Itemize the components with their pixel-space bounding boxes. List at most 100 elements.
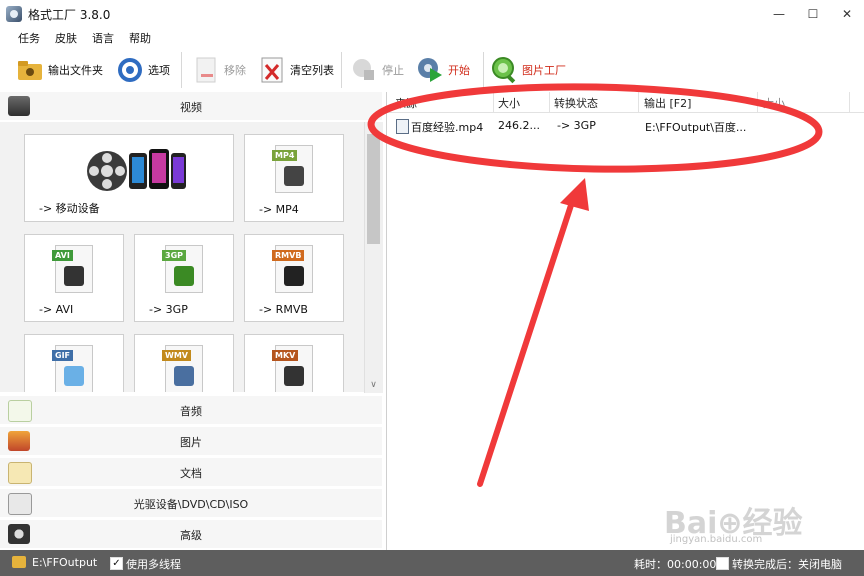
minimize-button[interactable]: — — [762, 0, 796, 28]
options-label: 选项 — [148, 64, 170, 77]
format-grid: -> 移动设备 MP4 -> MP4 AVI -> AVI 3GP -> 3GP — [0, 122, 364, 392]
toolbar: 输出文件夹 选项 移除 清空列表 停止 开始 图片工厂 — [0, 48, 864, 92]
title-bar: 格式工厂 3.8.0 — ☐ ✕ — [0, 0, 864, 28]
after-convert-label: 转换完成后：关闭电脑 — [732, 558, 842, 571]
category-document-label: 文档 — [180, 467, 202, 480]
multithread-checkbox[interactable]: ✓ — [110, 557, 123, 570]
task-source: 百度经验.mp4 — [411, 121, 484, 134]
clear-list-label: 清空列表 — [290, 64, 334, 77]
remove-icon — [192, 56, 220, 84]
column-source[interactable]: 来源 — [395, 95, 417, 111]
column-output-size[interactable]: 大小 — [763, 95, 785, 111]
format-tile-rmvb[interactable]: RMVB -> RMVB — [244, 234, 344, 322]
menu-bar: 任务 皮肤 语言 帮助 — [0, 28, 864, 48]
scroll-down-icon[interactable]: ∨ — [367, 379, 380, 391]
format-tile-mp4-label: -> MP4 — [259, 203, 299, 216]
picture-factory-button[interactable]: 图片工厂 — [490, 54, 566, 86]
clear-list-icon — [258, 56, 286, 84]
column-status[interactable]: 转换状态 — [554, 95, 598, 111]
format-tile-3gp[interactable]: 3GP -> 3GP — [134, 234, 234, 322]
toolbar-divider — [181, 52, 182, 88]
output-folder-button[interactable]: 输出文件夹 — [16, 54, 103, 86]
close-button[interactable]: ✕ — [830, 0, 864, 28]
stop-icon — [350, 56, 378, 84]
left-panel: 视频 -> 移动设备 MP4 -> MP4 AVI -> AVI 3GP -> … — [0, 92, 387, 550]
remove-label: 移除 — [224, 64, 246, 77]
3gp-file-icon: 3GP — [162, 245, 203, 293]
folder-icon — [12, 556, 26, 568]
menu-skin[interactable]: 皮肤 — [55, 30, 77, 46]
scrollbar-thumb[interactable] — [367, 134, 380, 244]
elapsed-time: 耗时：00:00:00 — [634, 558, 717, 571]
output-folder-label: 输出文件夹 — [48, 64, 103, 77]
film-reel-icon — [85, 149, 129, 193]
column-divider — [549, 92, 550, 112]
task-output: E:\FFOutput\百度... — [645, 121, 747, 134]
stop-button[interactable]: 停止 — [350, 54, 404, 86]
task-list-header: 来源 大小 转换状态 输出 [F2] 大小 — [387, 92, 864, 113]
picture-factory-label: 图片工厂 — [522, 64, 566, 77]
wmv-file-icon: WMV — [162, 345, 203, 392]
category-advanced[interactable]: 高级 — [0, 520, 382, 548]
start-label: 开始 — [448, 64, 470, 77]
column-divider — [638, 92, 639, 112]
format-tile-3gp-label: -> 3GP — [149, 303, 188, 316]
format-tile-rmvb-label: -> RMVB — [259, 303, 308, 316]
format-tile-mkv[interactable]: MKV — [244, 334, 344, 392]
gear-icon — [116, 56, 144, 84]
rmvb-file-icon: RMVB — [272, 245, 313, 293]
category-advanced-label: 高级 — [180, 529, 202, 542]
format-tile-mp4[interactable]: MP4 -> MP4 — [244, 134, 344, 222]
menu-help[interactable]: 帮助 — [129, 30, 151, 46]
task-status: -> 3GP — [557, 119, 596, 132]
stop-label: 停止 — [382, 64, 404, 77]
app-icon — [6, 6, 22, 22]
window-title: 格式工厂 3.8.0 — [28, 8, 111, 22]
category-picture-label: 图片 — [180, 436, 202, 449]
format-tile-avi[interactable]: AVI -> AVI — [24, 234, 124, 322]
video-file-icon — [396, 119, 409, 134]
format-tile-avi-label: -> AVI — [39, 303, 74, 316]
category-document[interactable]: 文档 — [0, 458, 382, 486]
category-picture[interactable]: 图片 — [0, 427, 382, 455]
column-divider — [757, 92, 758, 112]
format-grid-scrollbar[interactable]: ∨ — [364, 122, 383, 393]
start-icon — [416, 56, 444, 84]
category-audio[interactable]: 音频 — [0, 396, 382, 424]
task-size: 246.2... — [498, 119, 540, 132]
task-list-panel: 来源 大小 转换状态 输出 [F2] 大小 百度经验.mp4 246.2... … — [387, 92, 864, 550]
clear-list-button[interactable]: 清空列表 — [258, 54, 334, 86]
folder-icon — [16, 56, 44, 84]
column-divider — [493, 92, 494, 112]
mkv-file-icon: MKV — [272, 345, 313, 392]
column-output[interactable]: 输出 [F2] — [644, 95, 691, 111]
column-size[interactable]: 大小 — [498, 95, 520, 111]
task-row[interactable]: 百度经验.mp4 246.2... -> 3GP E:\FFOutput\百度.… — [387, 114, 864, 136]
format-tile-mobile-label: -> 移动设备 — [39, 202, 100, 215]
remove-button[interactable]: 移除 — [192, 54, 246, 86]
after-convert-checkbox[interactable] — [716, 557, 729, 570]
watermark-url: jingyan.baidu.com — [670, 534, 763, 545]
gif-file-icon: GIF — [52, 345, 93, 392]
format-tile-gif[interactable]: GIF — [24, 334, 124, 392]
multithread-label: 使用多线程 — [126, 558, 181, 571]
category-disc[interactable]: 光驱设备\DVD\CD\ISO — [0, 489, 382, 517]
format-tile-mobile[interactable]: -> 移动设备 — [24, 134, 234, 222]
toolbar-divider — [341, 52, 342, 88]
menu-task[interactable]: 任务 — [18, 30, 40, 46]
toolbar-divider — [483, 52, 484, 88]
start-button[interactable]: 开始 — [416, 54, 470, 86]
category-audio-label: 音频 — [180, 405, 202, 418]
category-video[interactable]: 视频 — [0, 92, 382, 120]
avi-file-icon: AVI — [52, 245, 93, 293]
format-tile-wmv[interactable]: WMV — [134, 334, 234, 392]
magnifier-icon — [490, 56, 518, 84]
mp4-file-icon: MP4 — [272, 145, 313, 193]
category-video-label: 视频 — [180, 101, 202, 114]
output-path[interactable]: E:\FFOutput — [32, 556, 97, 569]
menu-language[interactable]: 语言 — [92, 30, 114, 46]
category-disc-label: 光驱设备\DVD\CD\ISO — [133, 498, 249, 511]
maximize-button[interactable]: ☐ — [796, 0, 830, 28]
status-bar: E:\FFOutput ✓ 使用多线程 耗时：00:00:00 转换完成后：关闭… — [0, 550, 864, 576]
options-button[interactable]: 选项 — [116, 54, 170, 86]
